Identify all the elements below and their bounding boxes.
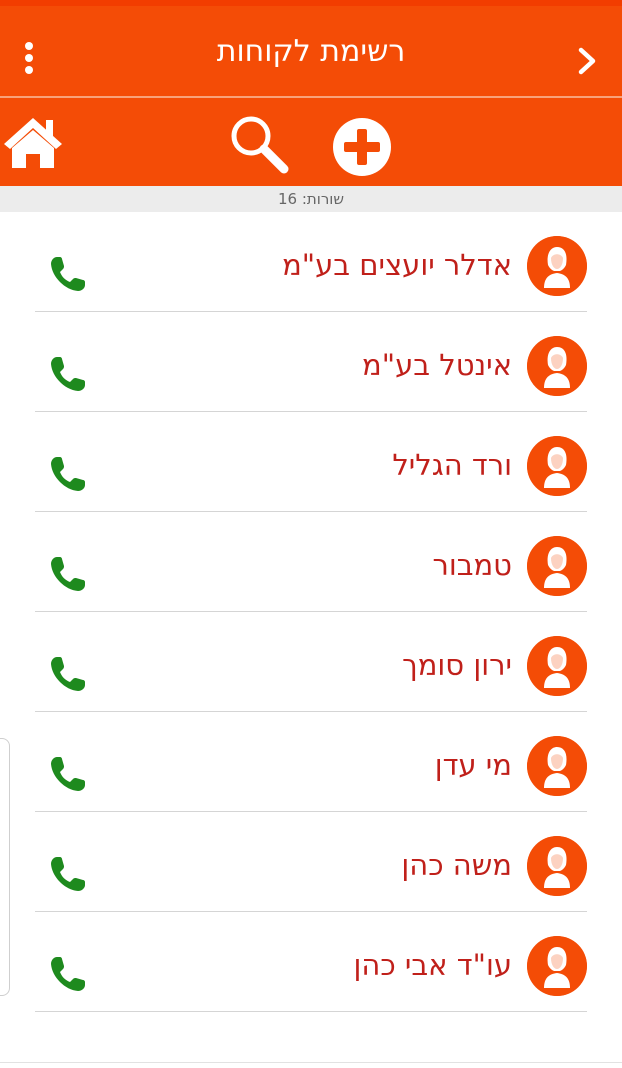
list-item[interactable]: מי עדן xyxy=(0,712,622,812)
phone-icon[interactable] xyxy=(48,954,88,994)
contact-name: ירון סומך xyxy=(402,648,512,682)
phone-icon[interactable] xyxy=(48,754,88,794)
person-avatar-icon xyxy=(527,636,587,696)
phone-icon[interactable] xyxy=(48,854,88,894)
kebab-menu-icon[interactable] xyxy=(20,42,38,76)
list-item[interactable]: אדלר יועצים בע"מ xyxy=(0,212,622,312)
contact-name: אדלר יועצים בע"מ xyxy=(282,248,512,282)
contacts-list: אדלר יועצים בע"מ אינטל בע"מ ורד הגליל טמ… xyxy=(0,212,622,1012)
search-icon[interactable] xyxy=(226,112,292,176)
person-avatar-icon xyxy=(527,936,587,996)
person-avatar-icon xyxy=(527,436,587,496)
contact-name: טמבור xyxy=(432,548,512,582)
phone-icon[interactable] xyxy=(48,354,88,394)
contact-name: מי עדן xyxy=(434,748,512,782)
bottom-divider xyxy=(0,1062,622,1063)
add-circle-icon[interactable] xyxy=(331,116,393,178)
phone-icon[interactable] xyxy=(48,654,88,694)
page-title: רשימת לקוחות xyxy=(216,34,406,69)
list-item[interactable]: עו"ד אבי כהן xyxy=(0,912,622,1012)
person-avatar-icon xyxy=(527,836,587,896)
list-item[interactable]: טמבור xyxy=(0,512,622,612)
chevron-right-icon[interactable] xyxy=(572,44,602,78)
person-avatar-icon xyxy=(527,336,587,396)
list-item[interactable]: ירון סומך xyxy=(0,612,622,712)
app-header: רשימת לקוחות xyxy=(0,0,622,96)
toolbar xyxy=(0,98,622,186)
contact-name: עו"ד אבי כהן xyxy=(353,948,512,982)
contact-name: משה כהן xyxy=(401,848,512,882)
contact-name: ורד הגליל xyxy=(392,448,512,482)
home-icon[interactable] xyxy=(0,112,66,172)
list-item[interactable]: אינטל בע"מ xyxy=(0,312,622,412)
side-panel-edge xyxy=(0,738,10,996)
rows-count: שורות: 16 xyxy=(0,186,622,212)
list-item[interactable]: ורד הגליל xyxy=(0,412,622,512)
person-avatar-icon xyxy=(527,236,587,296)
person-avatar-icon xyxy=(527,536,587,596)
person-avatar-icon xyxy=(527,736,587,796)
contact-name: אינטל בע"מ xyxy=(362,348,512,382)
list-item[interactable]: משה כהן xyxy=(0,812,622,912)
phone-icon[interactable] xyxy=(48,454,88,494)
phone-icon[interactable] xyxy=(48,254,88,294)
phone-icon[interactable] xyxy=(48,554,88,594)
